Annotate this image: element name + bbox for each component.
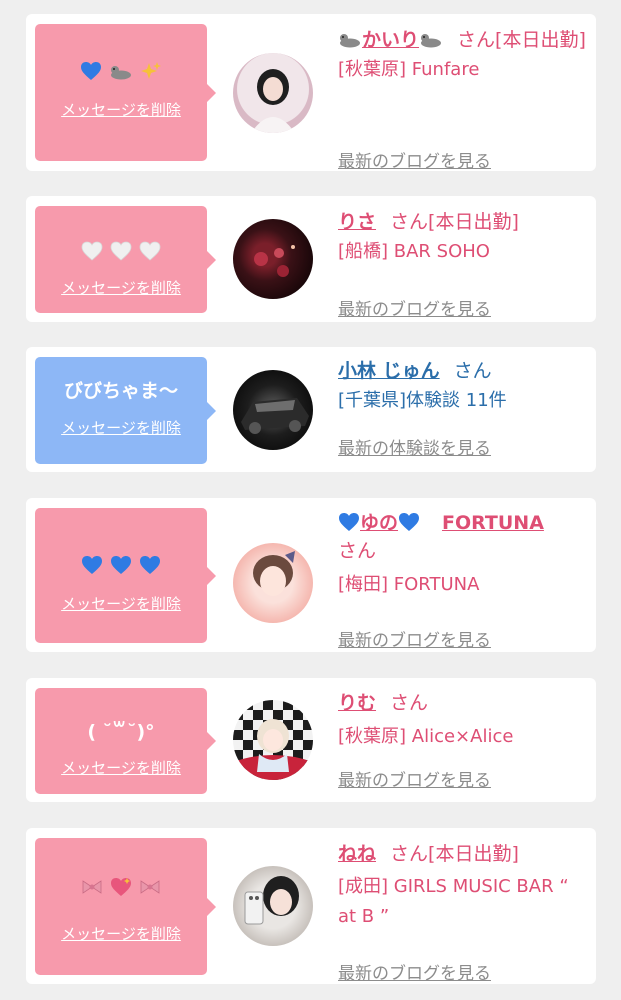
avatar[interactable] (233, 370, 313, 450)
blue-heart-icon (111, 556, 131, 574)
white-heart-icon (139, 241, 161, 261)
avatar[interactable] (233, 53, 313, 133)
avatar[interactable] (233, 543, 313, 623)
message-bubble: ( ˘꒳˘)° メッセージを削除 (35, 688, 216, 794)
blue-heart-icon (399, 513, 420, 531)
entry-info: ねね さん[本日出勤] [成田] GIRLS MUSIC BAR “ at B ”… (338, 839, 588, 984)
name-text: 小林 じゅん (338, 360, 440, 382)
shop-text: [秋葉原] Funfare (338, 59, 480, 80)
name-line: ねね さん[本日出勤] (338, 839, 588, 869)
delete-message-link[interactable]: メッセージを削除 (35, 418, 207, 438)
name-link[interactable]: ねね (338, 843, 376, 865)
name-line: ゆの FORTUNA (338, 508, 588, 538)
shop-text: [千葉県]体験談 11件 (338, 390, 507, 411)
shop-text: [船橋] BAR SOHO (338, 241, 490, 262)
entry-info: りむ さん [秋葉原] Alice×Alice 最新のブログを見る (338, 688, 588, 791)
ribbon-icon (82, 880, 102, 894)
latest-blog-link[interactable]: 最新のブログを見る (338, 959, 491, 984)
blue-heart-icon (82, 556, 103, 574)
message-icons (35, 554, 207, 578)
message-bubble: メッセージを削除 (35, 24, 216, 161)
message-bubble: メッセージを削除 (35, 838, 216, 975)
delete-message-link[interactable]: メッセージを削除 (35, 594, 207, 614)
message-card: びびちゃま〜 メッセージを削除 小林 じゅん さん [千葉県]体験談 11件 最新… (26, 347, 596, 472)
avatar[interactable] (233, 700, 313, 780)
entry-info: かいり さん[本日出勤] [秋葉原] Funfare 最新のブログを見る (338, 25, 588, 172)
ribbon-icon (140, 880, 160, 894)
message-icons (35, 240, 207, 264)
message-icons (35, 60, 207, 84)
latest-blog-link[interactable]: 最新のブログを見る (338, 626, 491, 651)
delete-message-link[interactable]: メッセージを削除 (35, 278, 207, 298)
avatar[interactable] (233, 219, 313, 299)
honorific-line: さん (338, 536, 588, 566)
message-bubble: メッセージを削除 (35, 508, 216, 643)
name-link[interactable]: かいり (338, 29, 443, 51)
name-text: かいり (362, 29, 420, 51)
status-text: [本日出勤] (428, 843, 519, 865)
name-link[interactable]: ゆの FORTUNA (338, 512, 544, 534)
latest-blog-link[interactable]: 最新のブログを見る (338, 766, 491, 791)
honorific: さん (453, 360, 492, 382)
latest-review-link[interactable]: 最新の体験談を見る (338, 434, 491, 459)
message-card: メッセージを削除 ねね さん[本日出勤] [成田] GIRLS MUSIC BAR… (26, 828, 596, 984)
status-text: [本日出勤] (428, 211, 519, 233)
seal-icon (421, 34, 442, 48)
avatar[interactable] (233, 866, 313, 946)
blue-heart-icon (139, 556, 160, 574)
message-card: メッセージを削除 りさ さん[本日出勤] [船橋] BAR SOHO 最新のブログ… (26, 196, 596, 322)
seal-icon (340, 34, 360, 48)
delete-message-link[interactable]: メッセージを削除 (35, 924, 207, 944)
name-link[interactable]: 小林 じゅん (338, 360, 440, 382)
honorific: さん (390, 211, 429, 233)
honorific: さん (390, 843, 429, 865)
white-heart-icon (81, 241, 103, 261)
message-card: メッセージを削除 かいり さん[本日出勤] [秋葉原] Funfare 最新のブロ… (26, 14, 596, 172)
entry-info: りさ さん[本日出勤] [船橋] BAR SOHO 最新のブログを見る (338, 207, 588, 320)
name-text: りさ (338, 211, 377, 233)
sparkling-heart-icon (111, 878, 131, 896)
name-line: りむ さん (338, 688, 588, 718)
message-card: ( ˘꒳˘)° メッセージを削除 りむ さん [秋葉原] Alice×Alice … (26, 678, 596, 802)
sparkles-icon (140, 62, 161, 79)
message-card: メッセージを削除 ゆの FORTUNA さん [梅田] FORTUNA 最新のブロ… (26, 498, 596, 652)
seal-icon (111, 66, 131, 80)
name-text: りむ (338, 692, 377, 714)
message-bubble: メッセージを削除 (35, 206, 216, 313)
name-text: ねね (338, 843, 377, 865)
honorific: さん (390, 692, 429, 714)
name-link[interactable]: りむ (338, 692, 376, 714)
name-text: ゆの (360, 512, 399, 534)
shop-text: [梅田] FORTUNA (338, 574, 480, 595)
white-heart-icon (110, 241, 132, 261)
honorific: さん (338, 540, 377, 562)
delete-message-link[interactable]: メッセージを削除 (35, 758, 207, 778)
name-line: 小林 じゅん さん (338, 356, 588, 386)
name-line: りさ さん[本日出勤] (338, 207, 588, 237)
delete-message-link[interactable]: メッセージを削除 (35, 100, 207, 120)
name-line: かいり さん[本日出勤] (338, 25, 588, 55)
message-text: ( ˘꒳˘)° (87, 721, 155, 743)
name-link[interactable]: りさ (338, 211, 376, 233)
message-text: びびちゃま〜 (63, 380, 178, 402)
shop-text: [成田] GIRLS MUSIC BAR “ at B ” (338, 876, 569, 927)
message-icons (35, 876, 207, 900)
name-suffix: FORTUNA (442, 512, 544, 534)
latest-blog-link[interactable]: 最新のブログを見る (338, 147, 491, 172)
shop-text: [秋葉原] Alice×Alice (338, 726, 514, 747)
blue-heart-icon (339, 513, 359, 531)
honorific: さん (457, 29, 496, 51)
entry-info: 小林 じゅん さん [千葉県]体験談 11件 最新の体験談を見る (338, 356, 588, 459)
latest-blog-link[interactable]: 最新のブログを見る (338, 295, 491, 320)
message-bubble: びびちゃま〜 メッセージを削除 (35, 357, 216, 464)
blue-heart-icon (81, 62, 102, 80)
entry-info: ゆの FORTUNA さん [梅田] FORTUNA 最新のブログを見る (338, 508, 588, 651)
status-text: [本日出勤] (495, 29, 586, 51)
